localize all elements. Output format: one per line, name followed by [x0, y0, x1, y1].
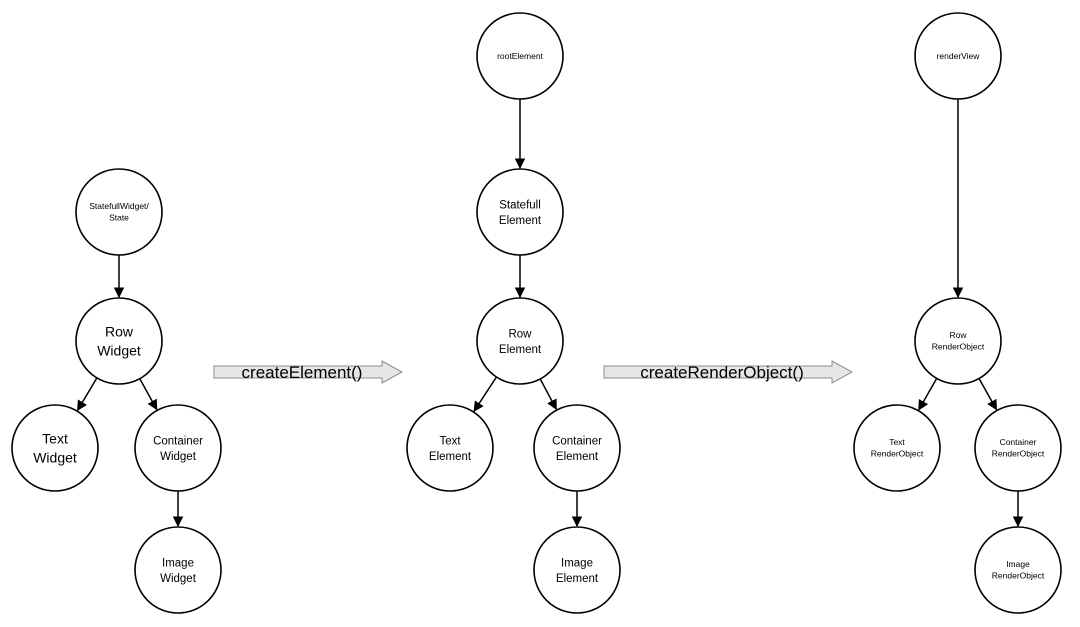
node-label: Row: [949, 330, 967, 340]
node-statefull-widget: StatefullWidget/State: [75, 168, 163, 256]
node-label: Text: [42, 430, 68, 446]
node-label: Text: [439, 435, 461, 447]
node-container-element: Container Element: [533, 404, 621, 492]
node-render-view: renderView: [914, 12, 1002, 100]
node-image-widget: Image Widget: [134, 526, 222, 614]
edge-row-render-object-to-container-render-object: [978, 378, 998, 411]
node-label: Widget: [160, 451, 197, 463]
edge-row-widget-to-text-widget: [76, 377, 98, 412]
node-circle: [476, 168, 564, 256]
node-image-render-object: Image RenderObject: [974, 526, 1062, 614]
node-label: Element: [556, 573, 599, 585]
node-label: RenderObject: [992, 449, 1045, 459]
node-label: RenderObject: [871, 449, 924, 459]
node-text-element: Text Element: [406, 404, 494, 492]
node-label: Container: [1000, 437, 1037, 447]
node-circle: [476, 297, 564, 385]
node-circle: [533, 526, 621, 614]
node-label: RenderObject: [992, 571, 1045, 581]
node-circle: [406, 404, 494, 492]
node-row-render-object: Row RenderObject: [914, 297, 1002, 385]
node-label: Container: [153, 435, 203, 447]
node-label: Container: [552, 435, 602, 447]
node-label: Element: [556, 451, 599, 463]
node-row-widget: Row Widget: [75, 297, 163, 385]
node-label: Image: [561, 557, 593, 569]
node-container-render-object: Container RenderObject: [974, 404, 1062, 492]
node-label: Statefull: [499, 199, 541, 211]
nodes-layer: StatefullWidget/State Row Widget Text Widget…: [11, 12, 1062, 614]
node-label: Row: [508, 328, 532, 340]
node-label: Element: [499, 215, 542, 227]
edge-row-element-to-text-element: [473, 376, 498, 413]
node-label: Element: [499, 344, 542, 356]
node-label: renderView: [937, 51, 981, 61]
node-label: Widget: [160, 573, 197, 585]
transition-label: createElement(): [242, 363, 363, 382]
node-label: Row: [105, 323, 134, 339]
node-label: StatefullWidget/: [89, 201, 149, 211]
node-label: Image: [1006, 559, 1030, 569]
transition-create-element: createElement(): [213, 360, 404, 384]
transition-label: createRenderObject(): [640, 363, 803, 382]
node-label: Text: [889, 437, 905, 447]
node-text-widget: Text Widget: [11, 404, 99, 492]
node-circle: [134, 526, 222, 614]
node-label: Element: [429, 451, 472, 463]
edge-row-widget-to-container-widget: [139, 378, 158, 411]
node-root-element: rootElement: [476, 12, 564, 100]
node-label: State: [109, 213, 129, 223]
node-label: Widget: [97, 342, 141, 358]
node-label: Image: [162, 557, 194, 569]
node-statefull-element: Statefull Element: [476, 168, 564, 256]
node-label: Widget: [33, 449, 77, 465]
node-container-widget: Container Widget: [134, 404, 222, 492]
node-label: rootElement: [497, 51, 543, 61]
tree-diagram: StatefullWidget/State Row Widget Text Widget…: [11, 12, 1062, 614]
node-circle: [11, 404, 99, 492]
transition-create-render-object: createRenderObject(): [603, 360, 854, 384]
node-circle: [75, 297, 163, 385]
edge-row-render-object-to-text-render-object: [918, 377, 938, 411]
node-image-element: Image Element: [533, 526, 621, 614]
node-text-render-object: Text RenderObject: [853, 404, 941, 492]
node-label: RenderObject: [932, 342, 985, 352]
node-circle: [533, 404, 621, 492]
node-row-element: Row Element: [476, 297, 564, 385]
edge-row-element-to-container-element: [539, 378, 557, 411]
node-circle: [134, 404, 222, 492]
